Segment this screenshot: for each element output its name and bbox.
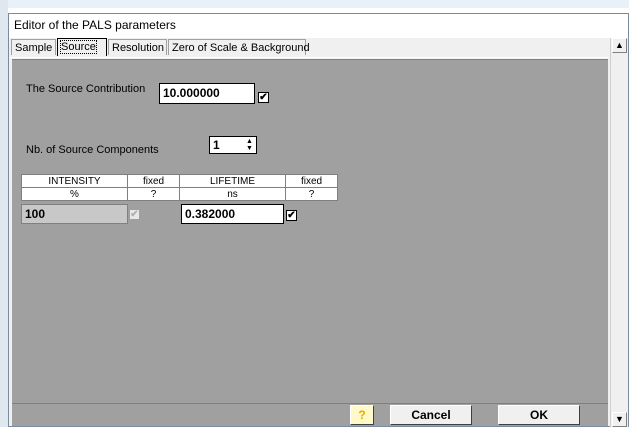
source-panel: The Source Contribution 10.000000 ✔ Nb. … <box>12 59 608 404</box>
source-contribution-label: The Source Contribution <box>26 83 146 95</box>
button-bar: ? Cancel OK <box>12 403 608 426</box>
tab-resolution[interactable]: Resolution <box>108 39 167 55</box>
vertical-scrollbar[interactable]: ▲ ▼ <box>610 38 628 427</box>
spinner-buttons[interactable]: ▲ ▼ <box>244 138 255 153</box>
scroll-down-icon[interactable]: ▼ <box>612 412 627 427</box>
intensity-input[interactable]: 100 <box>21 204 128 224</box>
checkmark-icon: ✔ <box>130 209 139 220</box>
source-components-value: 1 <box>213 138 220 152</box>
spin-down-icon[interactable]: ▼ <box>244 145 255 152</box>
desktop-left-strip <box>0 0 8 427</box>
pals-editor-window: Editor of the PALS parameters Sample Sou… <box>8 13 629 427</box>
unit-lifetime: ns <box>179 187 286 201</box>
intensity-fixed-checkbox[interactable]: ✔ <box>129 209 140 220</box>
unit-intensity: % <box>21 187 128 201</box>
col-header-lifetime-fixed: fixed <box>285 174 338 188</box>
col-header-lifetime: LIFETIME <box>179 174 286 188</box>
help-button[interactable]: ? <box>350 405 374 425</box>
tab-zero-label: Zero of Scale & Background <box>172 42 310 54</box>
title-bar[interactable]: Editor of the PALS parameters <box>9 14 628 38</box>
ok-button[interactable]: OK <box>498 405 580 425</box>
unit-intensity-fixed: ? <box>127 187 180 201</box>
unit-lifetime-fixed: ? <box>285 187 338 201</box>
source-contribution-input[interactable]: 10.000000 <box>159 83 255 104</box>
col-header-intensity-fixed: fixed <box>127 174 180 188</box>
tab-zero-of-scale-background[interactable]: Zero of Scale & Background <box>168 39 310 55</box>
cancel-button[interactable]: Cancel <box>390 405 472 425</box>
spin-up-icon[interactable]: ▲ <box>244 138 255 145</box>
tab-sample[interactable]: Sample <box>11 39 56 55</box>
source-components-spinner[interactable]: 1 ▲ ▼ <box>209 136 257 154</box>
lifetime-fixed-checkbox[interactable]: ✔ <box>286 210 297 221</box>
scroll-up-icon[interactable]: ▲ <box>612 38 627 53</box>
desktop-top-strip <box>0 0 629 8</box>
tab-source-label: Source <box>60 40 97 54</box>
window-title: Editor of the PALS parameters <box>14 18 176 32</box>
tab-strip: Sample Source Resolution Zero of Scale &… <box>9 38 609 58</box>
source-components-label: Nb. of Source Components <box>26 144 159 156</box>
col-header-intensity: INTENSITY <box>21 174 128 188</box>
tab-source[interactable]: Source <box>57 38 107 56</box>
checkmark-icon: ✔ <box>287 210 296 221</box>
lifetime-input[interactable]: 0.382000 <box>181 204 284 224</box>
source-contribution-fixed-checkbox[interactable]: ✔ <box>258 92 269 103</box>
tab-sample-label: Sample <box>15 42 53 54</box>
tab-resolution-label: Resolution <box>112 42 164 54</box>
checkmark-icon: ✔ <box>259 92 268 103</box>
